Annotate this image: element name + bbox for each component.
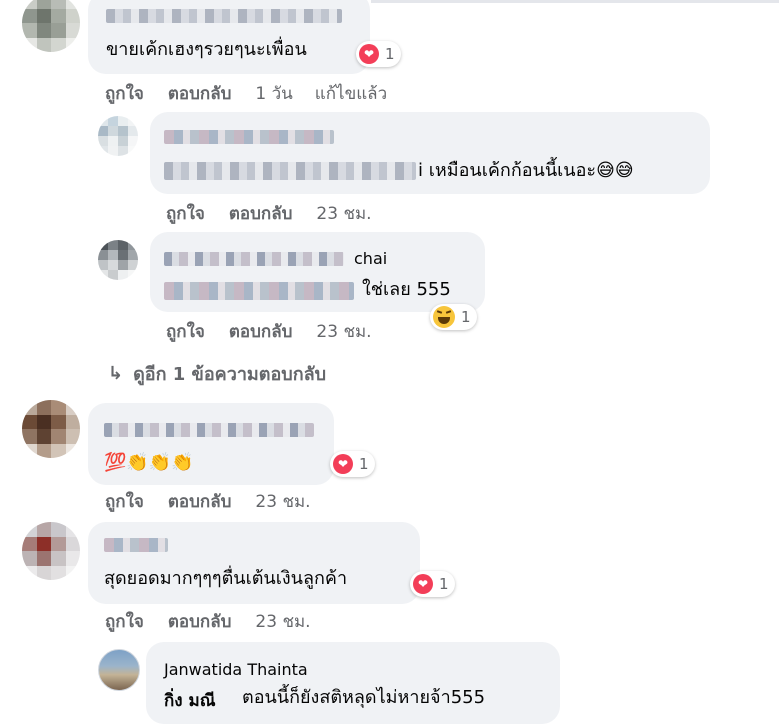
blurred-author-name[interactable] <box>164 252 344 266</box>
timestamp[interactable]: 1 วัน <box>255 83 292 105</box>
heart-reaction-icon: ❤ <box>359 44 379 64</box>
comment-bubble: ขายเค้กเฮงๆรวยๆนะเพื่อน <box>88 0 370 74</box>
comment-text: ตอนนี้ก็ยังสติหลุดไม่หายจ้า555 <box>242 687 486 708</box>
reply-bubble: chai ใช่เลย 555 <box>150 232 485 312</box>
comment-bubble: สุดยอดมากๆๆๆตื่นเต้นเงินลูกค้า <box>88 522 420 604</box>
avatar[interactable] <box>22 522 80 580</box>
comment-actions: ถูกใจ ตอบกลับ 23 ชม. <box>166 203 394 225</box>
view-more-label: ดูอีก 1 ข้อความตอบกลับ <box>133 364 327 385</box>
reaction-summary[interactable]: ❤ 1 <box>410 571 455 597</box>
comment-text: 💯👏👏👏 <box>104 452 194 473</box>
blurred-author-name[interactable] <box>104 538 168 552</box>
timestamp[interactable]: 23 ชม. <box>255 491 310 513</box>
reaction-count: 1 <box>461 308 471 326</box>
thread-divider <box>371 0 779 3</box>
tagged-user[interactable]: กิ่ง มณี <box>164 687 216 714</box>
comment-text: ใช่เลย 555 <box>362 279 451 300</box>
comment-actions: ถูกใจ ตอบกลับ 23 ชม. <box>105 491 333 513</box>
avatar[interactable] <box>98 240 138 280</box>
reaction-summary[interactable]: 1 <box>430 304 477 330</box>
like-button[interactable]: ถูกใจ <box>166 203 205 225</box>
heart-reaction-icon: ❤ <box>413 574 433 594</box>
reaction-summary[interactable]: ❤ 1 <box>356 41 401 67</box>
view-more-replies-button[interactable]: ↳ ดูอีก 1 ข้อความตอบกลับ <box>108 359 326 388</box>
reaction-count: 1 <box>359 455 369 473</box>
comment-actions: ถูกใจ ตอบกลับ 1 วัน แก้ไขแล้ว <box>105 83 409 105</box>
reply-button[interactable]: ตอบกลับ <box>229 203 293 225</box>
comment-text: i เหมือนเค้กก้อนนี้เนอะ😅😅 <box>418 160 634 181</box>
like-button[interactable]: ถูกใจ <box>105 491 144 513</box>
reply-button[interactable]: ตอบกลับ <box>168 83 232 105</box>
like-button[interactable]: ถูกใจ <box>105 83 144 105</box>
blurred-author-name[interactable] <box>104 423 314 437</box>
comment-text: สุดยอดมากๆๆๆตื่นเต้นเงินลูกค้า <box>104 568 348 589</box>
comment-actions: ถูกใจ ตอบกลับ 23 ชม. <box>166 321 394 343</box>
blurred-mention[interactable] <box>164 282 354 300</box>
like-button[interactable]: ถูกใจ <box>166 321 205 343</box>
blurred-mention[interactable] <box>164 162 416 180</box>
timestamp[interactable]: 23 ชม. <box>316 321 371 343</box>
haha-reaction-icon <box>433 306 455 328</box>
like-button[interactable]: ถูกใจ <box>105 611 144 633</box>
reply-bubble: i เหมือนเค้กก้อนนี้เนอะ😅😅 <box>150 112 710 194</box>
comment-bubble: 💯👏👏👏 <box>88 403 334 485</box>
reply-button[interactable]: ตอบกลับ <box>229 321 293 343</box>
timestamp[interactable]: 23 ชม. <box>255 611 310 633</box>
author-name[interactable]: Janwatida Thainta <box>164 661 308 679</box>
avatar[interactable] <box>98 649 140 691</box>
author-name-suffix[interactable]: chai <box>354 250 387 268</box>
comment-actions: ถูกใจ ตอบกลับ 23 ชม. <box>105 611 333 633</box>
reply-bubble: Janwatida Thainta กิ่ง มณี ตอนนี้ก็ยังสต… <box>146 642 560 724</box>
reply-arrow-icon: ↳ <box>108 363 124 384</box>
reply-button[interactable]: ตอบกลับ <box>168 491 232 513</box>
avatar[interactable] <box>22 0 80 52</box>
reaction-count: 1 <box>385 45 395 63</box>
timestamp[interactable]: 23 ชม. <box>316 203 371 225</box>
comment-text: ขายเค้กเฮงๆรวยๆนะเพื่อน <box>106 39 307 60</box>
reaction-count: 1 <box>439 575 449 593</box>
blurred-author-name[interactable] <box>106 9 342 23</box>
blurred-author-name[interactable] <box>164 130 334 144</box>
heart-reaction-icon: ❤ <box>333 454 353 474</box>
avatar[interactable] <box>98 116 138 156</box>
edited-label[interactable]: แก้ไขแล้ว <box>315 83 387 105</box>
avatar[interactable] <box>22 400 80 458</box>
reaction-summary[interactable]: ❤ 1 <box>330 451 375 477</box>
reply-button[interactable]: ตอบกลับ <box>168 611 232 633</box>
